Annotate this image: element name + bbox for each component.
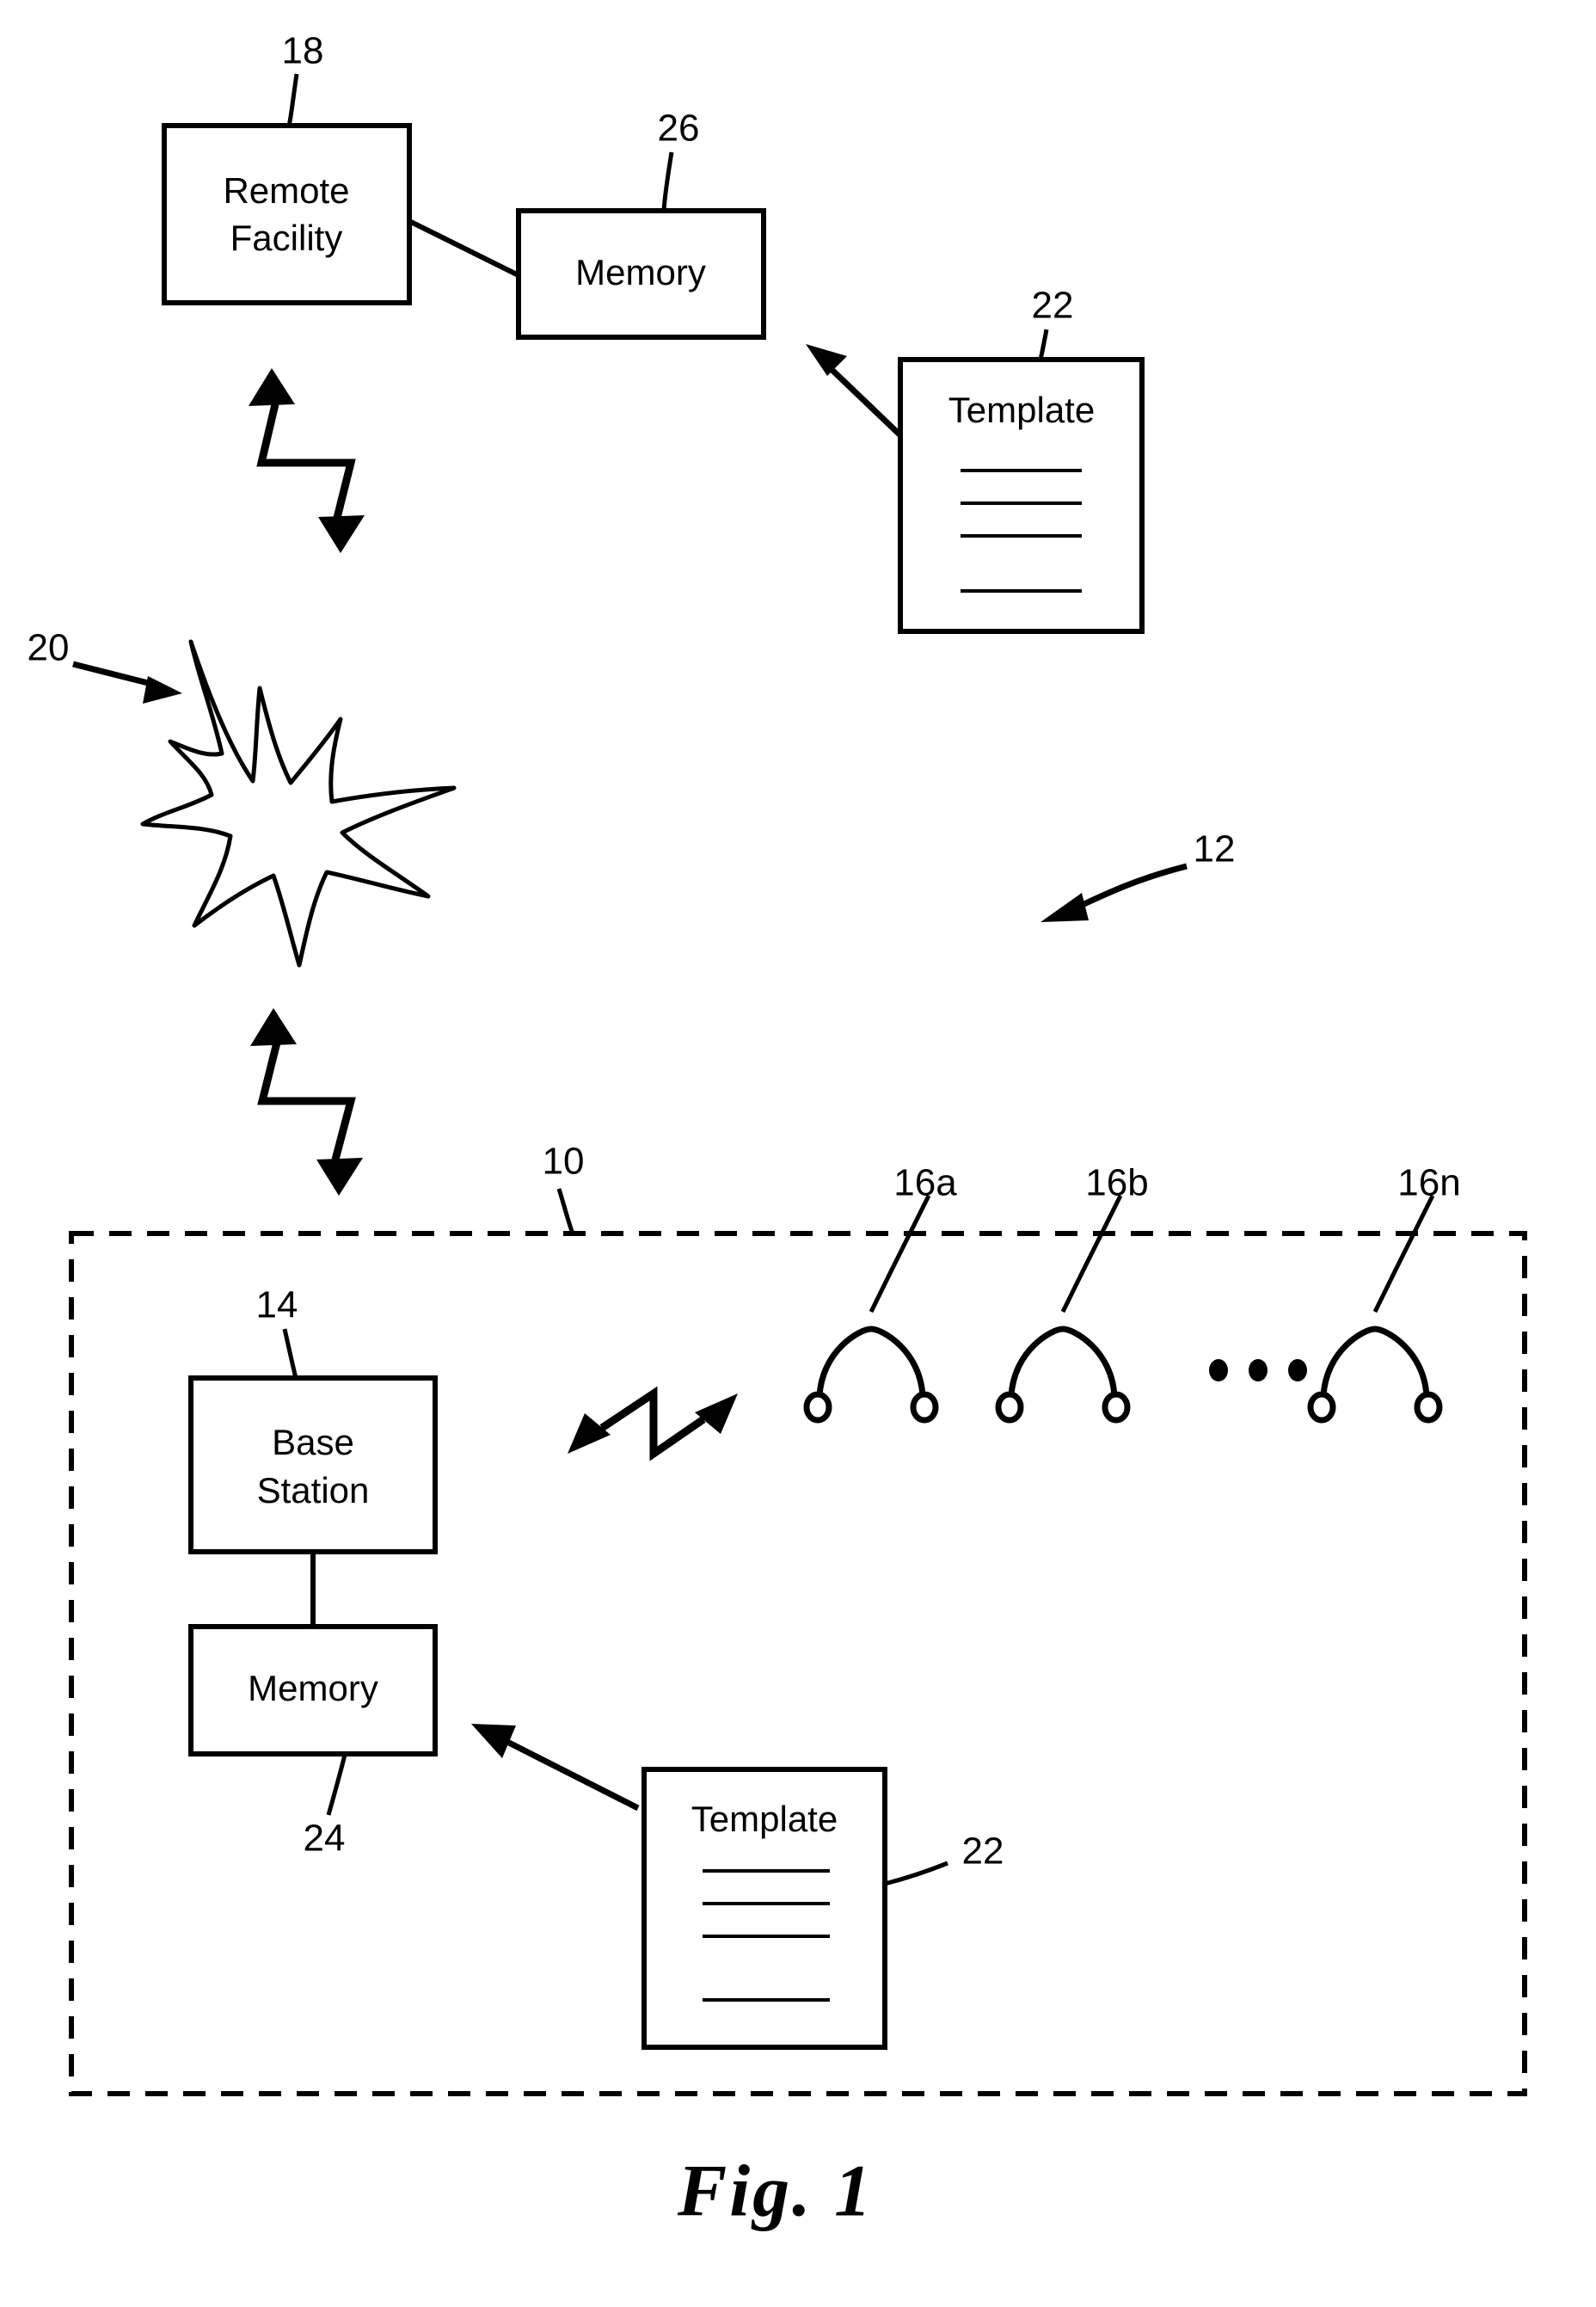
ref-12-label: 12 <box>1194 828 1236 871</box>
ref-16a-label: 16a <box>893 1162 957 1204</box>
ref-16n-leader <box>1372 1194 1435 1313</box>
figure-caption: Fig. 1 <box>677 2150 874 2232</box>
device-16b-group[interactable]: 16b <box>995 1162 1149 1424</box>
ref-22-bottom-leader-group: 22 <box>884 1830 1004 1886</box>
ref-18-leader <box>286 73 299 126</box>
upper-wireless-link-bolt <box>249 368 365 553</box>
base-station-box[interactable] <box>188 1375 438 1554</box>
remote-template-to-memory-arrow <box>806 344 902 437</box>
ref-16a-leader <box>869 1194 931 1313</box>
stethoscope-earpiece-right-16n <box>1414 1391 1443 1424</box>
ref-26-leader <box>661 151 674 212</box>
remote-facility-to-memory-connector <box>408 218 520 278</box>
stethoscope-earpiece-left-16b <box>995 1391 1024 1424</box>
ref-16b-leader <box>1060 1194 1123 1313</box>
remote-facility-label-line1: Remote <box>223 170 349 211</box>
ref-24-leader-group: 24 <box>304 1754 347 1860</box>
device-16n-group[interactable]: 16n <box>1307 1162 1461 1424</box>
base-station-label-line1: Base <box>272 1422 354 1462</box>
ref-10-label: 10 <box>543 1141 585 1183</box>
ref-10-leader-group: 10 <box>543 1141 585 1234</box>
ref-22-top-label: 22 <box>1032 285 1074 327</box>
ref-24-leader <box>326 1754 347 1816</box>
stethoscope-icon-16b <box>1008 1326 1118 1400</box>
ref-16n-label: 16n <box>1397 1162 1460 1204</box>
local-memory-label: Memory <box>248 1668 378 1708</box>
stethoscope-earpiece-left-16a <box>803 1391 832 1424</box>
stethoscope-icon-16n <box>1320 1326 1430 1400</box>
remote-facility-label-line2: Facility <box>230 218 343 258</box>
base-station-label-line2: Station <box>257 1470 370 1510</box>
ref-20-label: 20 <box>28 627 70 669</box>
lower-wireless-link-bolt <box>250 1008 363 1196</box>
stethoscope-icon-16a <box>816 1326 926 1400</box>
local-template-title: Template <box>691 1799 838 1839</box>
ref-14-leader <box>282 1328 298 1379</box>
ref-24-label: 24 <box>304 1818 346 1860</box>
ref-14-label: 14 <box>256 1284 298 1326</box>
patent-figure: 18 Remote Facility 26 Memory 22 Template <box>0 0 1596 2307</box>
remote-facility-box[interactable] <box>162 123 412 305</box>
ref-18-label: 18 <box>282 30 324 72</box>
ref-16b-label: 16b <box>1085 1162 1148 1204</box>
ref-10-leader <box>556 1188 575 1234</box>
ref-22-bottom-label: 22 <box>962 1830 1004 1873</box>
device-ellipsis <box>1209 1359 1307 1381</box>
figure-canvas: 18 Remote Facility 26 Memory 22 Template <box>28 30 1527 2232</box>
stethoscope-earpiece-right-16a <box>910 1391 939 1424</box>
ref-18-leader-group: 18 <box>282 30 324 126</box>
ref-22-bottom-leader <box>884 1861 948 1886</box>
ref-14-leader-group: 14 <box>256 1284 298 1379</box>
remote-template-title: Template <box>948 390 1095 430</box>
local-wireless-link-bolt <box>568 1386 738 1461</box>
stethoscope-earpiece-left-16n <box>1307 1391 1336 1424</box>
ref-26-leader-group: 26 <box>658 108 700 212</box>
local-template-to-memory-arrow <box>471 1724 640 1812</box>
remote-memory-label: Memory <box>575 252 706 292</box>
device-16a-group[interactable]: 16a <box>803 1162 957 1424</box>
ref-26-label: 26 <box>658 108 700 150</box>
stethoscope-earpiece-right-16b <box>1102 1391 1131 1424</box>
system-12-pointer: 12 <box>1040 828 1235 922</box>
wireless-network-cloud: 20 <box>28 627 457 968</box>
